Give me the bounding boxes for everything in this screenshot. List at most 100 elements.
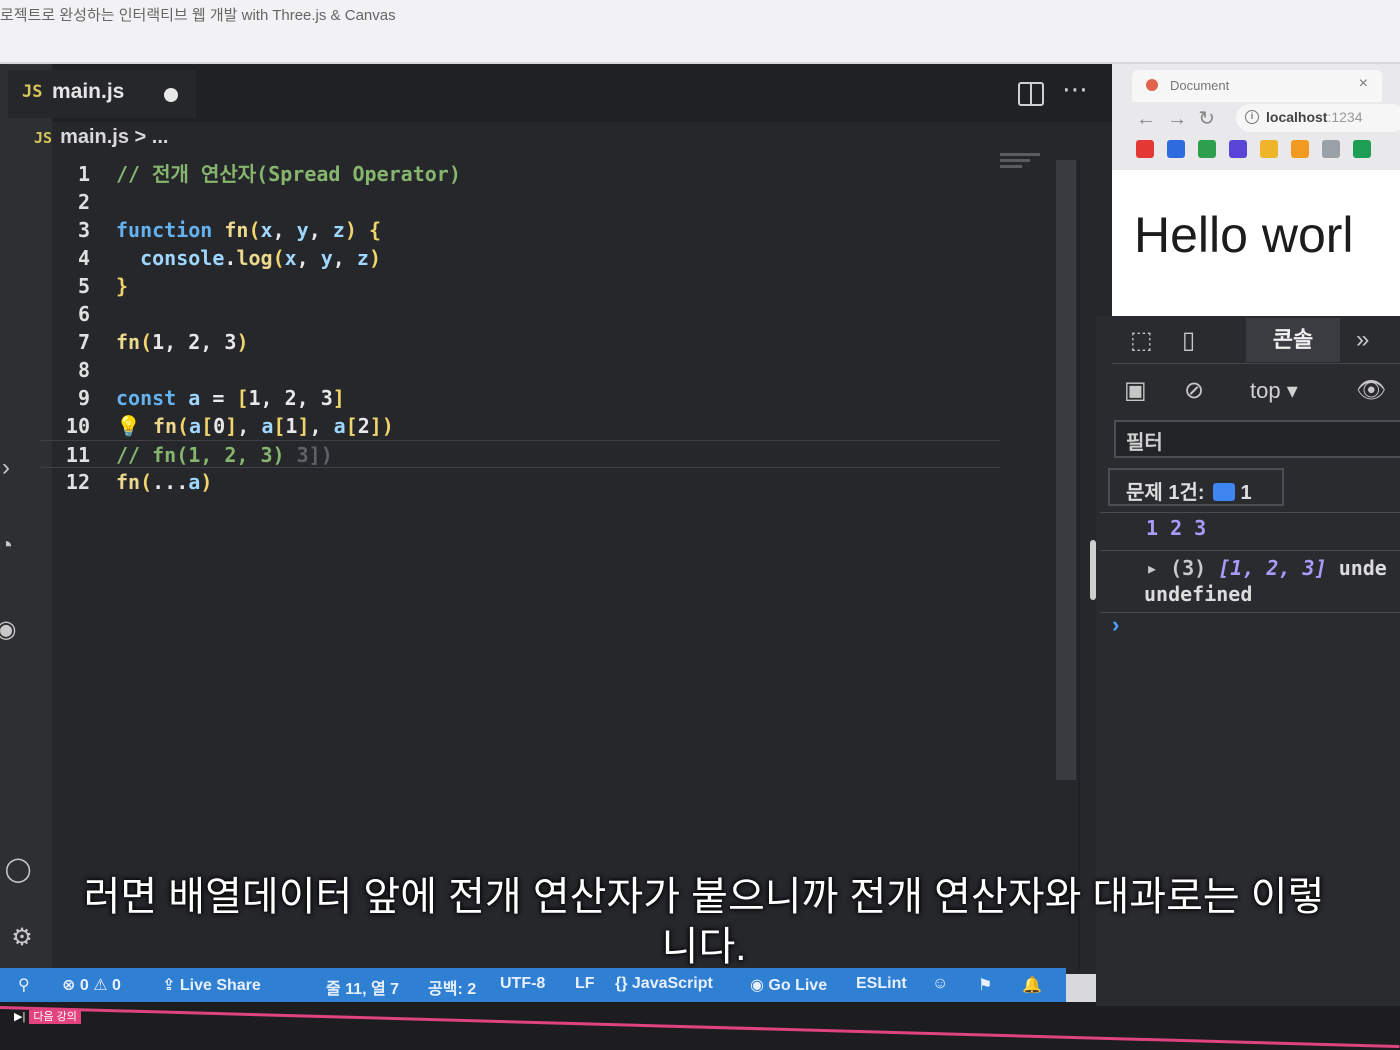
bookmark-icon[interactable] bbox=[1229, 140, 1247, 158]
code-line: 9 const a = [1, 2, 3] bbox=[77, 386, 345, 410]
issues-label: 문제 1건: bbox=[1126, 482, 1205, 504]
bookmark-icon[interactable] bbox=[1167, 140, 1185, 158]
bookmark-icon[interactable] bbox=[1198, 140, 1216, 158]
console-prompt[interactable]: › bbox=[1112, 612, 1119, 638]
live-share-label: Live Share bbox=[179, 977, 261, 994]
remote-icon[interactable]: ⚲ bbox=[18, 975, 30, 995]
issues-button[interactable]: 문제 1건: 1 bbox=[1108, 468, 1284, 506]
console-log-line: undefined bbox=[1144, 582, 1253, 606]
account-icon[interactable] bbox=[0, 684, 20, 712]
more-tabs-icon[interactable]: » bbox=[1356, 326, 1369, 354]
chevron-icon[interactable]: › bbox=[0, 454, 20, 482]
github-icon[interactable]: ◉ bbox=[0, 616, 20, 644]
issues-count: 1 bbox=[1240, 482, 1252, 504]
code-line: 10 💡 fn(a[0], a[1], a[2]) bbox=[65, 414, 394, 438]
clear-console-icon[interactable]: ⊘ bbox=[1184, 376, 1204, 405]
bookmark-icon[interactable] bbox=[1291, 140, 1309, 158]
code-line: 6 bbox=[77, 302, 90, 326]
console-filter-input[interactable]: 필터 bbox=[1114, 420, 1400, 458]
code-line: 1// 전개 연산자(Spread Operator) bbox=[77, 162, 461, 186]
line-ending[interactable]: LF bbox=[575, 975, 595, 993]
console-log-line[interactable]: ▸ (3) [1, 2, 3] unde bbox=[1146, 556, 1400, 580]
youtube-bookmark-icon[interactable] bbox=[1136, 140, 1154, 158]
divider bbox=[1100, 512, 1400, 513]
url-port: :1234 bbox=[1327, 109, 1363, 125]
address-bar[interactable]: i localhost:1234 bbox=[1236, 104, 1400, 132]
unsaved-dot-icon[interactable] bbox=[164, 88, 178, 102]
message-icon bbox=[1212, 483, 1235, 501]
divider bbox=[1100, 612, 1400, 613]
code-line: 7 fn(1, 2, 3) bbox=[77, 330, 249, 354]
cursor-position[interactable]: 줄 11, 열 7 bbox=[326, 975, 399, 999]
forward-icon[interactable]: → bbox=[1167, 108, 1187, 130]
copilot-icon[interactable]: ☺ bbox=[932, 975, 948, 993]
course-header: 로젝트로 완성하는 인터랙티브 웹 개발 with Three.js & Can… bbox=[0, 0, 1400, 62]
tab-label: main.js bbox=[52, 80, 125, 103]
go-live-label: Go Live bbox=[768, 977, 828, 994]
bookmark-icon[interactable] bbox=[1353, 140, 1371, 158]
code-area[interactable]: 1// 전개 연산자(Spread Operator) 2 3 function … bbox=[40, 160, 1000, 496]
code-line: 12 fn(...a) bbox=[65, 470, 213, 494]
page-viewport: Hello worl bbox=[1112, 170, 1400, 316]
inspect-element-icon[interactable]: ⬚ bbox=[1130, 326, 1153, 355]
back-icon[interactable]: ← bbox=[1136, 108, 1156, 130]
editor-scrollbar[interactable] bbox=[1056, 160, 1076, 780]
breadcrumb-file[interactable]: main.js bbox=[60, 126, 129, 148]
favicon-icon bbox=[1146, 79, 1158, 91]
eslint-status[interactable]: ESLint bbox=[856, 975, 907, 993]
divider bbox=[1100, 550, 1400, 551]
browser-tab[interactable]: Document × bbox=[1132, 70, 1382, 102]
code-line: 4 console.log(x, y, z) bbox=[77, 246, 381, 270]
breadcrumb[interactable]: JS main.js > ... bbox=[34, 126, 168, 149]
next-lecture-button[interactable]: ▶| 다음 강의 bbox=[14, 1008, 81, 1024]
code-line: 3 function fn(x, y, z) { bbox=[77, 218, 381, 242]
feedback-icon[interactable]: ⚑ bbox=[978, 975, 992, 995]
course-title: 로젝트로 완성하는 인터랙티브 웹 개발 with Three.js & Can… bbox=[0, 7, 396, 24]
indentation[interactable]: 공백: 2 bbox=[428, 975, 476, 999]
drive-bookmark-icon[interactable] bbox=[1260, 140, 1278, 158]
sidebar-toggle-icon[interactable]: ▣ bbox=[1124, 376, 1147, 405]
video-subtitle: 러면 배열데이터 앞에 전개 연산자가 붙으니까 전개 연산자와 대과로는 이렇… bbox=[83, 875, 1325, 969]
undefined-value: unde bbox=[1338, 556, 1387, 580]
expand-icon[interactable]: ▸ (3) bbox=[1146, 556, 1206, 580]
bookmarks-bar bbox=[1136, 140, 1384, 162]
go-live-button[interactable]: ◉ Go Live bbox=[750, 975, 827, 995]
notifications-icon[interactable]: 🔔 bbox=[1022, 975, 1042, 995]
close-tab-icon[interactable]: × bbox=[1359, 75, 1368, 93]
code-line: 2 bbox=[77, 190, 90, 214]
console-toolbar: ▣ ⊘ top ▾ 👁 bbox=[1112, 366, 1400, 416]
panel-resizer[interactable] bbox=[1090, 540, 1096, 600]
encoding[interactable]: UTF-8 bbox=[500, 975, 545, 993]
split-editor-icon[interactable] bbox=[1018, 82, 1044, 106]
chrome-bookmark-icon[interactable] bbox=[1322, 140, 1340, 158]
info-icon[interactable]: i bbox=[1245, 110, 1259, 124]
lightbulb-icon[interactable]: 💡 bbox=[116, 414, 141, 438]
more-actions-icon[interactable]: ⋯ bbox=[1062, 74, 1090, 105]
live-expression-icon[interactable]: 👁 bbox=[1356, 376, 1386, 405]
url-host: localhost bbox=[1266, 109, 1328, 125]
code-line: 5} bbox=[77, 274, 129, 298]
broadcast-icon: ◉ bbox=[750, 977, 769, 994]
page-heading: Hello worl bbox=[1134, 207, 1354, 263]
language-mode[interactable]: {} JavaScript bbox=[615, 975, 713, 993]
problems-status[interactable]: ⊗ 0 ⚠ 0 bbox=[62, 975, 121, 995]
reload-icon[interactable]: ↻ bbox=[1198, 108, 1215, 130]
code-line: 8 bbox=[77, 358, 90, 382]
browser-tab-title: Document bbox=[1170, 78, 1230, 93]
next-lecture-label: 다음 강의 bbox=[29, 1010, 81, 1024]
live-share-button[interactable]: ⇪ Live Share bbox=[162, 975, 261, 995]
js-file-icon: JS bbox=[22, 82, 43, 102]
tab-console[interactable]: 콘솔 bbox=[1246, 318, 1340, 362]
status-bar: ⚲ ⊗ 0 ⚠ 0 ⇪ Live Share 줄 11, 열 7 공백: 2 U… bbox=[0, 968, 1066, 1002]
divider bbox=[1078, 160, 1080, 970]
breadcrumb-more[interactable]: > ... bbox=[135, 126, 169, 148]
next-icon: ▶| bbox=[14, 1011, 26, 1023]
context-selector[interactable]: top ▾ bbox=[1250, 378, 1298, 404]
tab-main-js[interactable]: JS main.js bbox=[8, 70, 196, 118]
device-toolbar-icon[interactable]: ▯ bbox=[1182, 326, 1195, 355]
js-file-icon: JS bbox=[34, 129, 53, 147]
browser-nav: ← → ↻ bbox=[1136, 106, 1215, 131]
share-icon: ⇪ bbox=[162, 977, 180, 994]
timeline-icon[interactable]: ◔ bbox=[0, 532, 20, 560]
console-log-line: 1 2 3 bbox=[1146, 516, 1207, 540]
